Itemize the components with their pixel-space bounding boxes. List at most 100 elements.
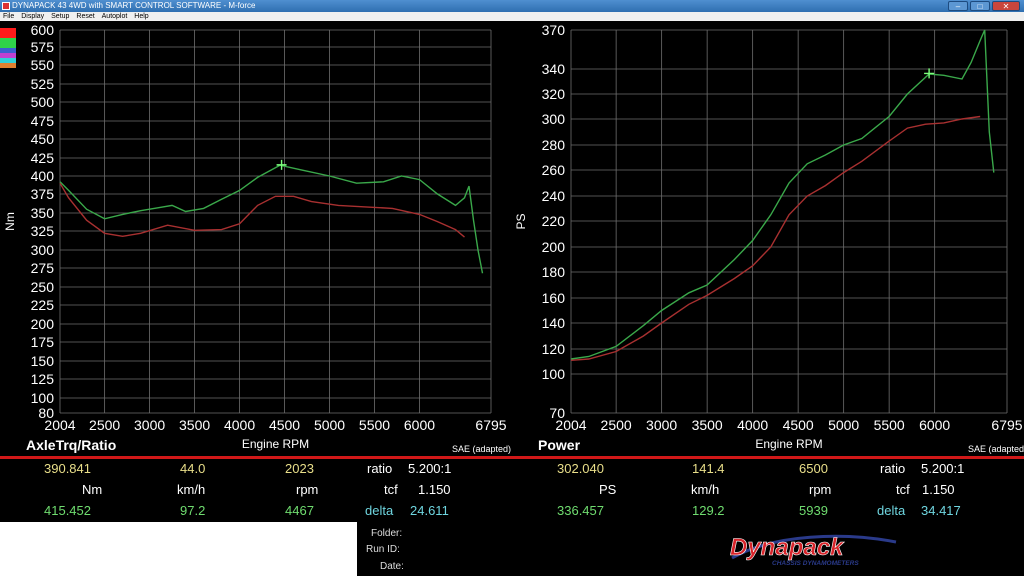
left-chart-title: AxleTrq/Ratio <box>26 437 116 453</box>
left-y-tick-label: 400 <box>31 168 55 184</box>
menu-reset[interactable]: Reset <box>76 13 94 20</box>
right-y-tick-label: 240 <box>542 188 566 204</box>
left-y-axis-label: Nm <box>3 212 17 231</box>
left-x-tick-label: 6000 <box>404 417 435 433</box>
run-id-label: Run ID: <box>366 544 400 555</box>
left-speed-unit: km/h <box>177 482 206 497</box>
logo-tagline: CHASSIS DYNAMOMETERS <box>772 560 859 567</box>
right-x-tick-label: 6000 <box>919 417 950 433</box>
left-ratio-value: 5.200:1 <box>408 461 452 476</box>
right-sae-note: SAE (adapted) <box>968 444 1024 454</box>
left-y-tick-label: 125 <box>31 371 55 387</box>
left-y-tick-label: 600 <box>31 22 55 38</box>
menu-bar: File Display Setup Reset Autoplot Help <box>0 12 1024 21</box>
right-row2-rpm: 5939 <box>799 503 828 518</box>
left-y-tick-label: 300 <box>31 242 55 258</box>
right-y-tick-label: 220 <box>542 213 566 229</box>
left-tcf-label: tcf <box>384 482 398 497</box>
right-x-tick-label: 2004 <box>555 417 586 433</box>
left-y-tick-label: 425 <box>31 150 55 166</box>
menu-display[interactable]: Display <box>21 13 44 20</box>
left-cursor-marker <box>276 159 287 170</box>
right-delta-label: delta <box>877 503 906 518</box>
close-button[interactable]: ✕ <box>992 1 1020 11</box>
left-row1-speed: 44.0 <box>180 461 206 476</box>
left-y-tick-label: 150 <box>31 353 55 369</box>
menu-file[interactable]: File <box>3 13 14 20</box>
left-y-tick-label: 250 <box>31 279 55 295</box>
right-x-tick-label: 6795 <box>991 417 1022 433</box>
menu-help[interactable]: Help <box>134 13 148 20</box>
right-y-tick-label: 320 <box>542 86 566 102</box>
left-y-tick-label: 200 <box>31 316 55 332</box>
right-ratio-value: 5.200:1 <box>921 461 965 476</box>
right-speed-unit: km/h <box>691 482 720 497</box>
right-unit: PS <box>599 482 617 497</box>
left-x-tick-label: 2004 <box>44 417 75 433</box>
right-ratio-label: ratio <box>880 461 906 476</box>
right-y-tick-label: 260 <box>542 162 566 178</box>
run-swatch-green[interactable] <box>0 38 16 48</box>
window-title: DYNAPACK 43 4WD with SMART CONTROL SOFTW… <box>12 1 256 10</box>
left-x-tick-label: 4000 <box>224 417 255 433</box>
left-row2-value: 415.452 <box>44 503 91 518</box>
left-x-tick-label: 6795 <box>475 417 506 433</box>
left-x-tick-label: 3000 <box>134 417 165 433</box>
right-x-tick-label: 4500 <box>783 417 814 433</box>
right-x-axis-label: Engine RPM <box>755 437 822 451</box>
right-y-tick-label: 140 <box>542 315 566 331</box>
left-x-axis-label: Engine RPM <box>242 437 309 451</box>
right-x-tick-label: 5000 <box>828 417 859 433</box>
right-y-tick-label: 180 <box>542 264 566 280</box>
right-x-tick-label: 5500 <box>874 417 905 433</box>
right-y-axis-label: PS <box>514 213 528 229</box>
notes-area[interactable] <box>0 522 357 576</box>
left-tcf-value: 1.150 <box>418 482 451 497</box>
right-delta-value: 34.417 <box>921 503 961 518</box>
right-y-tick-label: 300 <box>542 111 566 127</box>
right-tcf-label: tcf <box>896 482 910 497</box>
right-row1-speed: 141.4 <box>692 461 725 476</box>
right-x-tick-label: 4000 <box>737 417 768 433</box>
left-y-tick-label: 450 <box>31 131 55 147</box>
left-y-tick-label: 575 <box>31 39 55 55</box>
left-y-tick-label: 275 <box>31 260 55 276</box>
left-sae-note: SAE (adapted) <box>452 444 511 454</box>
right-row2-value: 336.457 <box>557 503 604 518</box>
right-y-tick-label: 340 <box>542 61 566 77</box>
left-x-tick-label: 2500 <box>89 417 120 433</box>
left-row1-value: 390.841 <box>44 461 91 476</box>
left-y-tick-label: 550 <box>31 57 55 73</box>
dyno-charts: 8010012515017520022525027530032535037540… <box>3 22 1024 454</box>
left-row1-rpm: 2023 <box>285 461 314 476</box>
window-controls: – □ ✕ <box>948 1 1020 11</box>
left-unit: Nm <box>82 482 103 497</box>
right-row2-speed: 129.2 <box>692 503 725 518</box>
date-label: Date: <box>380 561 404 572</box>
right-tcf-value: 1.150 <box>922 482 955 497</box>
left-y-tick-label: 225 <box>31 297 55 313</box>
run-swatch-red[interactable] <box>0 28 16 38</box>
right-x-tick-label: 3000 <box>646 417 677 433</box>
dynapack-logo: Dynapack CHASSIS DYNAMOMETERS <box>730 534 897 567</box>
left-y-tick-label: 100 <box>31 390 55 406</box>
right-y-tick-label: 280 <box>542 137 566 153</box>
run-color-swatches <box>0 28 16 68</box>
right-series-green <box>570 29 995 360</box>
run-swatch-orange[interactable] <box>0 63 16 68</box>
left-delta-value: 24.611 <box>410 503 449 518</box>
folder-label: Folder: <box>371 528 403 539</box>
panel-divider <box>0 456 1024 459</box>
right-y-tick-label: 370 <box>542 22 566 38</box>
menu-autoplot[interactable]: Autoplot <box>102 13 128 20</box>
right-y-tick-label: 120 <box>542 341 566 357</box>
right-y-tick-label: 160 <box>542 290 566 306</box>
right-x-tick-label: 2500 <box>601 417 632 433</box>
maximize-button[interactable]: □ <box>970 1 990 11</box>
left-x-tick-label: 4500 <box>269 417 300 433</box>
menu-setup[interactable]: Setup <box>51 13 69 20</box>
left-rpm-unit: rpm <box>296 482 319 497</box>
left-y-tick-label: 375 <box>31 186 55 202</box>
left-row2-rpm: 4467 <box>285 503 314 518</box>
minimize-button[interactable]: – <box>948 1 968 11</box>
